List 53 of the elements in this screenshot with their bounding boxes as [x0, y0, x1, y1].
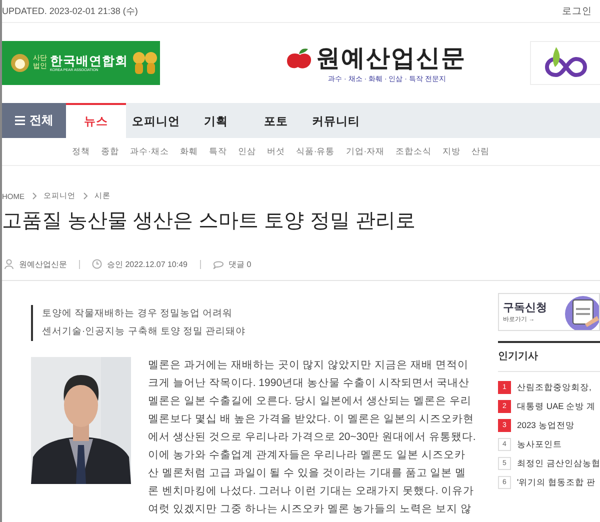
- mascot-drawing: [131, 50, 159, 76]
- article-body-line: 멜론은 과거에는 재배하는 곳이 많지 않았지만 지금은 재배 면적이: [148, 358, 468, 373]
- nav-tab[interactable]: 오피니언: [126, 103, 186, 138]
- summary-line: 센서기술·인공지능 구축해 토양 정밀 관리돼야: [42, 325, 247, 339]
- all-menu-button[interactable]: 전체: [2, 103, 66, 138]
- chevron-icon: [32, 192, 36, 200]
- pear-logo-icon: [10, 53, 30, 73]
- popular-article-link[interactable]: '위기의 협동조합 판: [517, 476, 596, 488]
- subnav-link[interactable]: 과수·채소: [130, 146, 169, 158]
- nav-tab[interactable]: 뉴스: [66, 103, 126, 138]
- nav-tab[interactable]: 커뮤니티: [306, 103, 366, 138]
- popular-article-link[interactable]: 최정인 금산인삼농협: [517, 458, 600, 470]
- approval-date: 승인 2022.12.07 10:49: [107, 258, 188, 270]
- subnav-link[interactable]: 버섯: [266, 146, 285, 158]
- popular-heading: 인기기사: [498, 343, 600, 372]
- ad-banner[interactable]: [530, 41, 600, 85]
- comment-count[interactable]: 댓글 0: [228, 258, 252, 270]
- person-icon: [4, 259, 14, 269]
- subnav-link[interactable]: 지방: [442, 146, 461, 158]
- article-body-line: 산 멜론처럼 고급 과일이 될 수 있을 것이라는 기대를 품고 일본 멜: [148, 466, 466, 481]
- login-link[interactable]: 로그인: [562, 4, 592, 18]
- nav-tab[interactable]: 포토: [246, 103, 306, 138]
- subnav-link[interactable]: 인삼: [238, 146, 256, 158]
- author: 원예산업신문: [19, 258, 67, 270]
- comment-icon: [212, 260, 224, 268]
- chevron-icon: [82, 192, 88, 200]
- subnav-link[interactable]: 산림: [472, 146, 490, 158]
- subnav-link[interactable]: 기업·자재: [346, 146, 385, 158]
- newspaper-logo-text[interactable]: 원예산업신문: [316, 42, 466, 74]
- article-body-line: 론 벤치마킹에 나섰다. 그러나 이런 기대는 오래가지 못했다. 이유가: [148, 484, 474, 499]
- subnav-link[interactable]: 식품·유통: [296, 146, 335, 158]
- article-body-line: 에서 생산된 것으로 우리나라 가격으로 20~30만 원대에서 유통됐다.: [148, 430, 476, 445]
- article-body-line: 크게 늘어난 작목이다. 1990년대 농산물 수출이 시작되면서 국내산: [148, 376, 470, 391]
- popular-article-link[interactable]: 대통령 UAE 순방 계: [517, 400, 596, 412]
- popular-article-link[interactable]: 2023 농업전망: [517, 420, 574, 432]
- article-body-line: 멜론은 일본 수출길에 오른다. 당시 일본에서 생산되는 멜론은 우리: [148, 394, 472, 409]
- menu-icon: [14, 116, 24, 125]
- article-body-line: 여럿 있겠지만 그중 하나는 시즈오카 멜론 농가들의 노력은 보지 않: [148, 502, 472, 517]
- article-title: 고품질 농산물 생산은 스마트 토양 정밀 관리로: [2, 209, 416, 234]
- subnav-link[interactable]: 정책: [72, 146, 90, 158]
- article-body-line: 멜론보다 몇십 배 높은 가격을 받았다. 이 멜론은 일본의 시즈오카현: [148, 412, 474, 427]
- clock-icon: [92, 259, 102, 269]
- updated-date: UPDATED. 2023-02-01 21:38 (수): [2, 4, 138, 18]
- popular-article-link[interactable]: 산림조합중앙회장,: [517, 382, 592, 394]
- subnav-link[interactable]: 조합소식: [396, 146, 432, 158]
- popular-article-link[interactable]: 농사포인트: [517, 438, 562, 450]
- subnav-link[interactable]: 화훼: [180, 146, 198, 158]
- subnav-link[interactable]: 종합: [101, 146, 119, 158]
- nav-tab[interactable]: 기획: [186, 103, 246, 138]
- summary-line: 토양에 작물재배하는 경우 정밀농업 어려워: [42, 307, 234, 321]
- article-body-line: 이에 농가와 수출업계 관계자들은 우리나라 멜론도 일본 시즈오카: [148, 448, 466, 463]
- subscribe-title: 구독신청: [503, 301, 547, 315]
- subnav-link[interactable]: 특작: [208, 146, 227, 158]
